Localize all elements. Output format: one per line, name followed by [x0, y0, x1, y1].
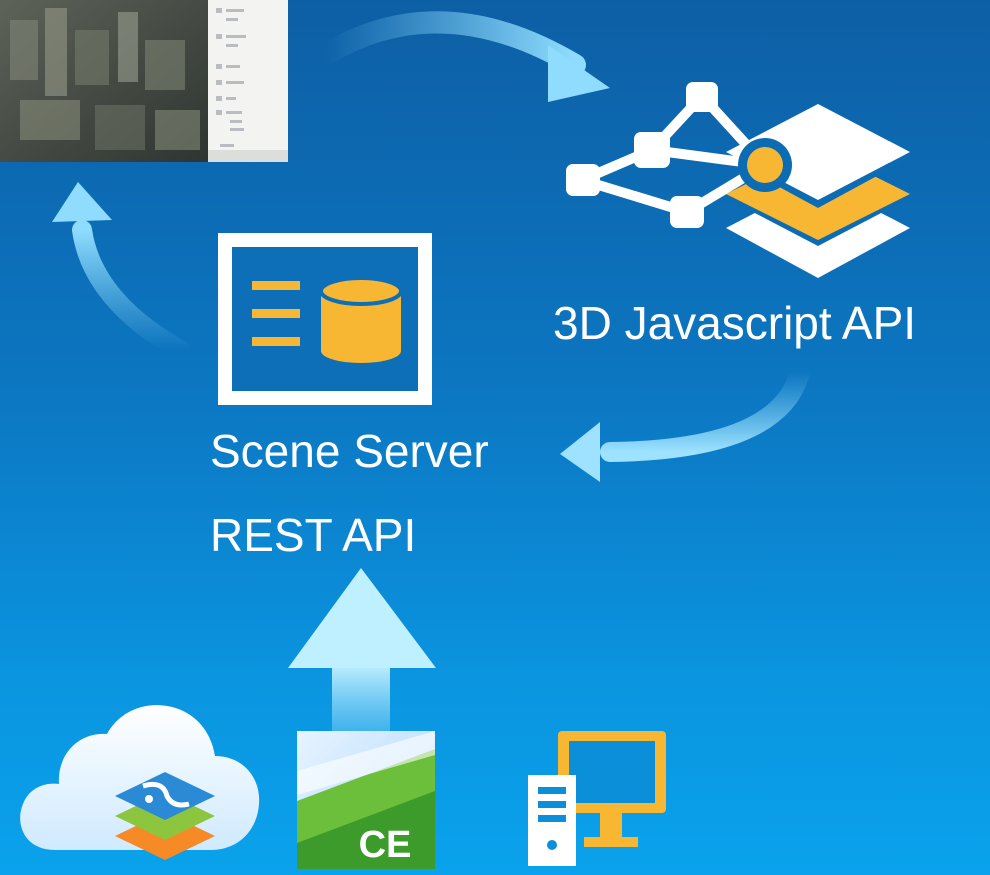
rest-api-label: REST API — [210, 509, 417, 561]
scene-server-service-icon — [218, 233, 432, 405]
scene-server-label: Scene Server — [210, 425, 489, 477]
diagram-canvas: 3D Javascript API Scene Server REST API — [0, 0, 990, 875]
cloud-layers-icon — [20, 705, 260, 860]
js-api-label: 3D Javascript API — [553, 297, 917, 349]
layers-network-icon — [566, 82, 910, 278]
desktop-computer-icon — [528, 731, 666, 866]
arrow-js-api-to-scene-server — [560, 362, 810, 482]
city-scene-thumbnail-icon — [0, 0, 288, 162]
cityengine-app-icon: CE — [297, 731, 435, 869]
cityengine-badge-text: CE — [359, 824, 412, 866]
arrow-scene-server-to-thumbnail — [52, 182, 190, 360]
arrow-sources-to-rest-api — [288, 568, 436, 736]
